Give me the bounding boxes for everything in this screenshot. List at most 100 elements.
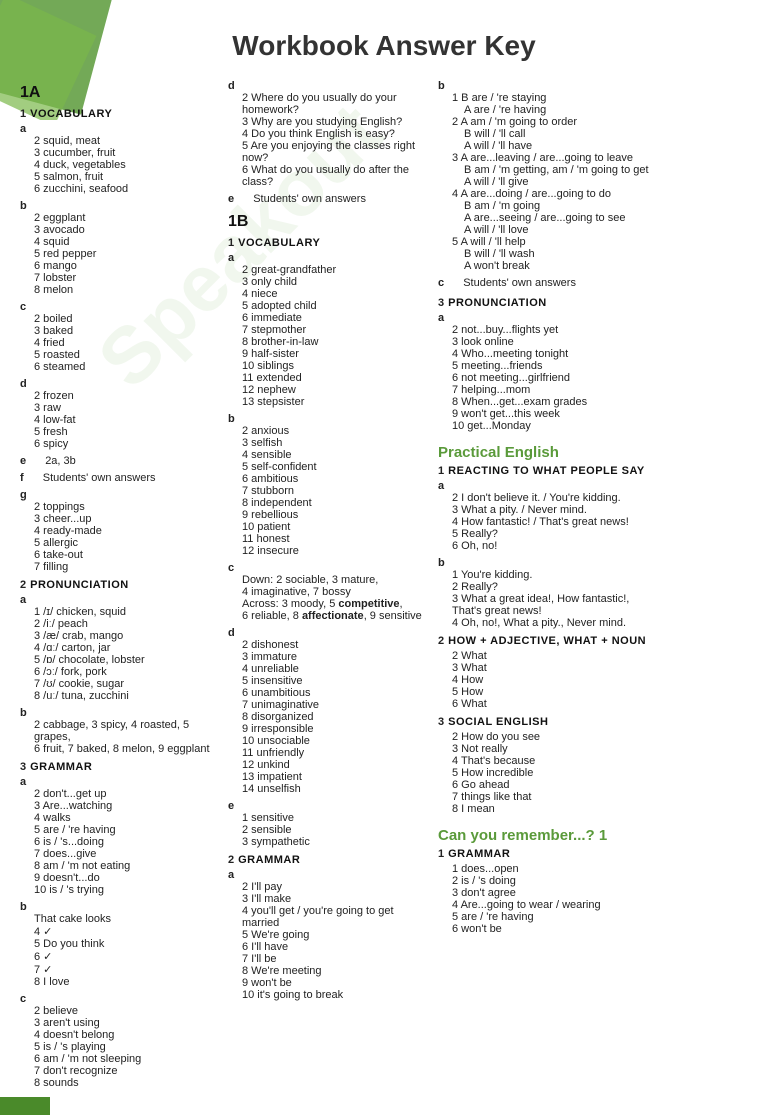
list-item: A will / 'll love: [464, 224, 660, 236]
list-item: That cake looks: [34, 913, 212, 925]
list-item: 6 spicy: [34, 438, 212, 450]
list-item: 5 How incredible: [452, 767, 660, 779]
reacting-a-items: 2 I don't believe it. / You're kidding. …: [452, 492, 660, 552]
list-item: 7 lobster: [34, 272, 212, 284]
list-item: 4 ✓: [34, 925, 212, 938]
list-item: 9 won't get...this week: [452, 408, 660, 420]
how-adj-num: 2: [438, 635, 444, 647]
list-item: 5 How: [452, 686, 660, 698]
list-item: 3 What: [452, 662, 660, 674]
list-item: B am / 'm getting, am / 'm going to get: [464, 164, 660, 176]
reacting-b-items: 1 You're kidding. 2 Really? 3 What a gre…: [452, 569, 660, 629]
grammar-a-items: 2 don't...get up 3 Are...watching 4 walk…: [34, 788, 212, 896]
list-item: 4 unreliable: [242, 663, 422, 675]
list-item: 4 Are...going to wear / wearing: [452, 899, 660, 911]
main-content: 1A 1 VOCABULARY a 2 squid, meat 3 cucumb…: [0, 80, 768, 1115]
grammar-b: b That cake looks 4 ✓ 5 Do you think 6 ✓…: [20, 901, 212, 988]
vocab-1b-title: VOCABULARY: [238, 237, 320, 249]
col-1b: d 2 Where do you usually do your homewor…: [220, 80, 430, 1095]
can-remember-grammar: 1 GRAMMAR 1 does...open 2 is / 's doing …: [438, 848, 660, 935]
vocab-section-1a: 1 VOCABULARY a 2 squid, meat 3 cucumber,…: [20, 108, 212, 573]
list-item: 7 unimaginative: [242, 699, 422, 711]
vocab-d: d 2 frozen 3 raw 4 low-fat 5 fresh 6 spi…: [20, 378, 212, 450]
vocab-section-1b: 1 VOCABULARY a 2 great-grandfather 3 onl…: [228, 237, 422, 848]
list-item: 5 /ɒ/ chocolate, lobster: [34, 654, 212, 666]
list-item: 2 dishonest: [242, 639, 422, 651]
list-item: 10 it's going to break: [242, 989, 422, 1001]
vocab-c: c 2 boiled 3 baked 4 fried 5 roasted 6 s…: [20, 301, 212, 373]
list-item: 5 roasted: [34, 349, 212, 361]
list-item: 2 toppings: [34, 501, 212, 513]
grammar-b-items: That cake looks 4 ✓ 5 Do you think 6 ✓ 7…: [34, 913, 212, 988]
list-item: 8 disorganized: [242, 711, 422, 723]
vocab-a: a 2 squid, meat 3 cucumber, fruit 4 duck…: [20, 123, 212, 195]
how-adj-items: 2 What 3 What 4 How 5 How 6 What: [438, 650, 660, 710]
list-item: 4 A are...doing / are...going to do: [452, 188, 660, 200]
list-item: 3 avocado: [34, 224, 212, 236]
list-item: 13 impatient: [242, 771, 422, 783]
grammar-c: c 2 believe 3 aren't using 4 doesn't bel…: [20, 993, 212, 1089]
pron-section-1a: 2 PRONUNCIATION a 1 /ɪ/ chicken, squid 2…: [20, 579, 212, 755]
practical-english-header: Practical English: [438, 444, 660, 461]
grammar-1b-title: GRAMMAR: [238, 854, 300, 866]
list-item: 4 Do you think English is easy?: [242, 128, 422, 140]
right-c-val: Students' own answers: [463, 277, 576, 289]
list-item: 3 look online: [452, 336, 660, 348]
reacting-a: a 2 I don't believe it. / You're kidding…: [438, 480, 660, 552]
list-item: 7 stepmother: [242, 324, 422, 336]
social-items: 2 How do you see 3 Not really 4 That's b…: [438, 731, 660, 815]
pron-1b-title: PRONUNCIATION: [448, 297, 547, 309]
list-item: A will / 'll give: [464, 176, 660, 188]
label-a: a: [438, 312, 444, 324]
list-item: 7 ✓: [34, 963, 212, 976]
grammar-1b-a-items: 2 I'll pay 3 I'll make 4 you'll get / yo…: [242, 881, 422, 1001]
list-item: 3 raw: [34, 402, 212, 414]
list-item: 4 ready-made: [34, 525, 212, 537]
list-item: 9 irresponsible: [242, 723, 422, 735]
list-item: 2 anxious: [242, 425, 422, 437]
social-english-section: 3 SOCIAL ENGLISH 2 How do you see 3 Not …: [438, 716, 660, 815]
vocab-b-items: 2 eggplant 3 avocado 4 squid 5 red peppe…: [34, 212, 212, 296]
vocab-1b-d: d 2 dishonest 3 immature 4 unreliable 5 …: [228, 627, 422, 795]
list-item: 8 When...get...exam grades: [452, 396, 660, 408]
list-item: A are / 're having: [464, 104, 660, 116]
list-item: 4 walks: [34, 812, 212, 824]
list-item: 6 What: [452, 698, 660, 710]
list-item: 5 meeting...friends: [452, 360, 660, 372]
list-item: 6 take-out: [34, 549, 212, 561]
pron-1b-a: a 2 not...buy...flights yet 3 look onlin…: [438, 312, 660, 432]
vocab-c-items: 2 boiled 3 baked 4 fried 5 roasted 6 ste…: [34, 313, 212, 373]
vocab-f-val: Students' own answers: [43, 472, 156, 484]
list-item: 3 aren't using: [34, 1017, 212, 1029]
list-item: 2 How do you see: [452, 731, 660, 743]
label-b: b: [228, 413, 235, 425]
social-title: SOCIAL ENGLISH: [448, 716, 548, 728]
list-item: 8 independent: [242, 497, 422, 509]
list-item: 5 is / 's playing: [34, 1041, 212, 1053]
label-b: b: [20, 901, 27, 913]
list-item: 6 ambitious: [242, 473, 422, 485]
how-adj-title: HOW + ADJECTIVE, WHAT + NOUN: [448, 635, 646, 647]
list-item: 4 How: [452, 674, 660, 686]
can-remember-header: Can you remember...? 1: [438, 827, 660, 844]
list-item: 7 helping...mom: [452, 384, 660, 396]
vocab-1b-b: b 2 anxious 3 selfish 4 sensible 5 self-…: [228, 413, 422, 557]
right-b-items: 1 B are / 're staying A are / 're having…: [452, 92, 660, 272]
list-item: 4 niece: [242, 288, 422, 300]
label-d: d: [20, 378, 27, 390]
label-a: a: [20, 776, 26, 788]
vocab-f: f Students' own answers: [20, 472, 212, 484]
list-item: 13 stepsister: [242, 396, 422, 408]
grammar-c-items: 2 believe 3 aren't using 4 doesn't belon…: [34, 1005, 212, 1089]
social-list: 2 How do you see 3 Not really 4 That's b…: [452, 731, 660, 815]
list-item: 1 You're kidding.: [452, 569, 660, 581]
list-item: 7 things like that: [452, 791, 660, 803]
list-item: 6 zucchini, seafood: [34, 183, 212, 195]
reacting-num: 1: [438, 465, 444, 477]
list-item: 10 get...Monday: [452, 420, 660, 432]
grammar-section-1a: 3 GRAMMAR a 2 don't...get up 3 Are...wat…: [20, 761, 212, 1089]
label-c: c: [228, 562, 234, 574]
list-item: 5 self-confident: [242, 461, 422, 473]
list-item: 3 What a great idea!, How fantastic!, Th…: [452, 593, 660, 617]
label-e: e: [228, 800, 234, 812]
